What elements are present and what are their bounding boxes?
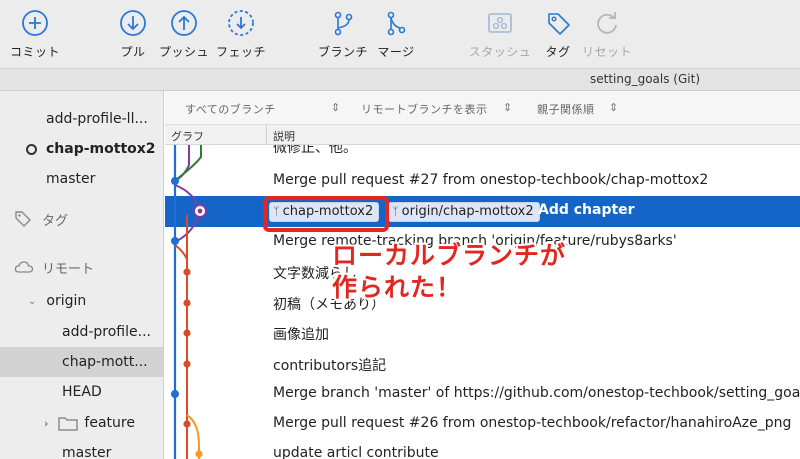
remote-filter-select[interactable]: リモートブランチを表示	[361, 101, 488, 117]
updown-icon: ⇕	[331, 101, 341, 114]
commit-message: Merge branch 'master' of https://github.…	[273, 385, 800, 401]
sidebar-item-remote-branch-selected[interactable]: chap-mott...	[0, 347, 163, 377]
fetch-label: フェッチ	[215, 45, 266, 59]
commit-message: contributors追記	[273, 358, 387, 374]
order-select[interactable]: 親子関係順	[537, 101, 595, 117]
annotation-text-line2: 作られた！	[332, 273, 463, 302]
merge-button[interactable]: マージ	[361, 8, 431, 60]
commit-row[interactable]: contributors追記	[165, 349, 800, 380]
stash-label: スタッシュ	[468, 45, 532, 59]
sidebar-item-branch[interactable]: master	[0, 164, 163, 194]
branch-icon	[334, 11, 353, 36]
updown-icon: ⇕	[609, 101, 619, 114]
reset-button[interactable]: リセット	[572, 8, 642, 60]
commit-row[interactable]: 微修正、他。	[165, 145, 800, 162]
remote-branch-badge[interactable]: ᛉ origin/chap-mottox2	[388, 202, 540, 222]
toolbar: コミット プル プッシュ フェッチ ブランチ マージ スタッシュ タグ リセット	[0, 0, 800, 68]
commit-message: 画像追加	[273, 327, 329, 343]
commit-label: コミット	[9, 45, 60, 59]
branch-filter-select[interactable]: すべてのブランチ	[185, 101, 276, 117]
description-column-header[interactable]: 説明	[273, 128, 295, 144]
sidebar-section-label: タグ	[42, 213, 69, 229]
annotation-highlight-box	[263, 196, 389, 232]
tag-icon	[15, 211, 31, 227]
sidebar-item-label: HEAD	[62, 384, 102, 400]
commit-row[interactable]: update articl contribute	[165, 439, 800, 459]
commit-list: 微修正、他。 Merge pull request #27 from onest…	[165, 145, 800, 459]
merge-label: マージ	[377, 45, 415, 59]
chevron-right-icon[interactable]: ›	[44, 417, 48, 430]
sidebar-item-remote-head[interactable]: HEAD	[0, 377, 163, 407]
remote-branch-label: origin/chap-mottox2	[401, 204, 534, 219]
folder-icon	[58, 417, 79, 431]
reset-icon	[597, 12, 617, 34]
commit-row-selected[interactable]: ᛉ chap-mottox2 ᛉ origin/chap-mottox2 Add c…	[165, 196, 800, 227]
push-label: プッシュ	[158, 45, 209, 59]
chevron-down-icon[interactable]: ⌄	[28, 296, 36, 307]
window-title-bar: setting_goals (Git)	[0, 68, 800, 91]
commit-row[interactable]: Merge pull request #27 from onestop-tech…	[165, 166, 800, 197]
reset-label: リセット	[581, 45, 632, 59]
commit-row[interactable]: 初稿（メモあり）	[165, 288, 800, 319]
sidebar-item-label: master	[46, 171, 96, 187]
commit-row[interactable]: 画像追加	[165, 318, 800, 349]
sidebar-item-remote-branch[interactable]: master	[0, 438, 163, 459]
fetch-icon	[228, 10, 254, 36]
updown-icon: ⇕	[503, 101, 513, 114]
commit-message: Merge pull request #26 from onestop-tech…	[273, 415, 792, 431]
sidebar-item-remote-origin[interactable]: ⌄ origin	[0, 286, 163, 316]
graph-column-header[interactable]: グラフ	[171, 128, 204, 144]
fetch-button[interactable]: フェッチ	[206, 8, 276, 60]
current-branch-dot-icon	[26, 144, 37, 155]
cloud-icon	[14, 261, 34, 273]
pull-label: プル	[120, 45, 146, 59]
sidebar: add-profile-ll... chap-mottox2 master タグ…	[0, 91, 164, 459]
sidebar-item-remote-folder[interactable]: › feature	[0, 408, 163, 438]
branch-icon: ᛉ	[392, 205, 399, 218]
arrow-up-circle-icon	[171, 10, 197, 36]
tag-label: タグ	[545, 45, 571, 59]
tag-icon	[548, 13, 570, 35]
sidebar-section-tags[interactable]: タグ	[0, 204, 163, 234]
sidebar-item-current-branch[interactable]: chap-mottox2	[0, 134, 163, 164]
sidebar-section-remotes[interactable]: リモート	[0, 252, 163, 282]
commit-row[interactable]: Merge branch 'master' of https://github.…	[165, 379, 800, 410]
commit-message: Add chapter	[538, 202, 635, 218]
filter-bar: すべてのブランチ ⇕ リモートブランチを表示 ⇕ 親子関係順 ⇕	[165, 91, 800, 125]
sidebar-item-label: add-profile...	[62, 324, 151, 340]
column-divider[interactable]	[266, 125, 267, 145]
annotation-text-line1: ローカルブランチが	[332, 241, 567, 270]
commit-list-header: グラフ 説明	[165, 125, 800, 145]
stash-icon	[488, 13, 512, 33]
sidebar-section-label: リモート	[42, 261, 95, 277]
merge-icon	[387, 11, 406, 36]
commit-message: update articl contribute	[273, 445, 439, 459]
arrow-down-circle-icon	[120, 10, 146, 36]
commit-message: Merge pull request #27 from onestop-tech…	[273, 172, 709, 188]
sidebar-item-label: feature	[84, 415, 135, 431]
commit-button[interactable]: コミット	[0, 8, 70, 60]
sidebar-item-label: chap-mott...	[62, 354, 148, 370]
sidebar-item-label: chap-mottox2	[46, 141, 156, 157]
window-title: setting_goals (Git)	[589, 72, 700, 86]
commit-message: 微修正、他。	[273, 145, 357, 156]
commit-row[interactable]: Merge pull request #26 from onestop-tech…	[165, 409, 800, 440]
plus-circle-icon	[22, 10, 48, 36]
sidebar-item-branch[interactable]: add-profile-ll...	[0, 104, 163, 134]
sidebar-item-remote-branch[interactable]: add-profile...	[0, 317, 163, 347]
sidebar-item-label: master	[62, 445, 112, 459]
sidebar-item-label: origin	[46, 293, 87, 309]
sidebar-item-label: add-profile-ll...	[46, 111, 148, 127]
